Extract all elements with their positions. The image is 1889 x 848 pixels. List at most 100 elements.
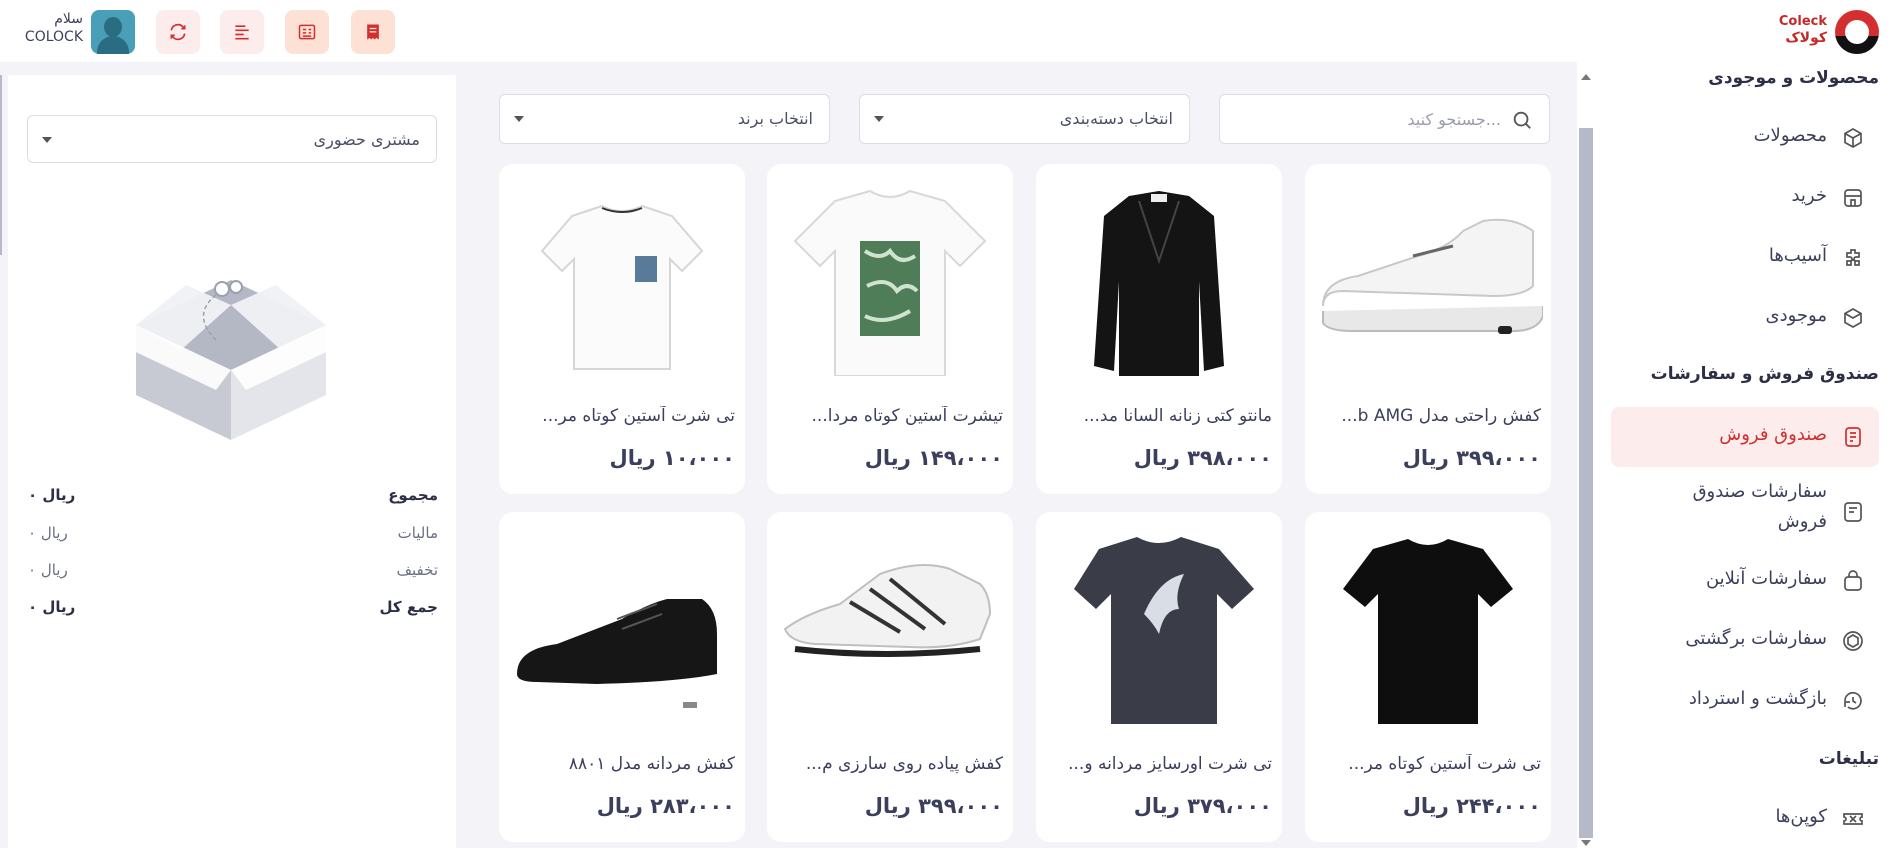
product-card[interactable]: مانتو کتی زنانه السانا مد... ۳۹۸،۰۰۰ ریا… <box>1036 164 1282 494</box>
sidebar-scrollbar[interactable] <box>1579 128 1593 838</box>
refresh-button[interactable] <box>156 10 200 54</box>
product-name: کفش راحتی مدل b AMG... <box>1341 406 1541 426</box>
sidebar-item-coupons[interactable]: کوپن‌ها <box>1611 792 1879 846</box>
sidebar-item-pos[interactable]: صندوق فروش <box>1611 407 1879 467</box>
sidebar-item-label: سفارشات آنلاین <box>1705 568 1827 589</box>
cart-panel <box>8 75 456 848</box>
left-scroll-edge <box>0 75 2 255</box>
receipt-icon <box>367 24 379 40</box>
product-name: تی شرت اورسایز مردانه و... <box>1068 754 1272 774</box>
brand-select[interactable]: انتخاب برند <box>499 94 830 144</box>
product-price: ۱۰،۰۰۰ ریال <box>609 446 735 470</box>
return-box-icon <box>1843 631 1863 651</box>
align-button[interactable] <box>220 10 264 54</box>
sidebar-item-label: موجودی <box>1765 305 1827 326</box>
sidebar-item-online-orders[interactable]: سفارشات آنلاین <box>1611 554 1879 608</box>
cash-register-icon <box>1845 427 1861 447</box>
product-card[interactable]: کفش راحتی مدل b AMG... ۳۹۹،۰۰۰ ریال <box>1305 164 1551 494</box>
product-image-leather-shoe <box>517 599 717 708</box>
product-search[interactable] <box>1219 94 1550 144</box>
product-name: تیشرت آستین کوتاه مردا... <box>811 406 1003 426</box>
tax-label: مالیات <box>397 524 438 542</box>
product-image-black-coat <box>1094 191 1224 376</box>
cart-tax-row: مالیات ۰ ریال <box>28 524 438 548</box>
logo-mark-icon <box>1835 10 1879 54</box>
product-card[interactable]: کفش پیاده روی سارزی م... ۳۹۹،۰۰۰ ریال <box>767 512 1013 842</box>
sidebar-item-label: صندوق فروش <box>1719 424 1827 445</box>
product-price: ۳۹۸،۰۰۰ ریال <box>1133 446 1272 470</box>
category-select-value: انتخاب دسته‌بندی <box>1059 109 1173 128</box>
product-image-white-tshirt-pocket <box>540 204 704 370</box>
sidebar-item-label: سفارشات صندوق <box>1692 481 1827 502</box>
chevron-down-icon <box>514 116 524 122</box>
product-price: ۳۷۹،۰۰۰ ریال <box>1133 794 1272 818</box>
list-detail-button[interactable] <box>285 10 329 54</box>
sidebar-item-refunds[interactable]: بازگشت و استرداد <box>1611 674 1879 728</box>
chevron-down-icon <box>42 137 52 143</box>
product-card[interactable]: تی شرت آستین کوتاه مر... ۱۰،۰۰۰ ریال <box>499 164 745 494</box>
cart-subtotal-row: مجموع ۰ ریال <box>28 486 438 510</box>
product-price: ۲۴۴،۰۰۰ ریال <box>1402 794 1541 818</box>
user-greeting: سلام COLOCK <box>19 10 83 46</box>
receipt-button[interactable] <box>351 10 395 54</box>
sidebar: محصولات و موجودی محصولات خرید آسیب‌ها مو… <box>1577 62 1889 848</box>
order-list-icon <box>1844 502 1862 522</box>
sidebar-item-label-line2: فروش <box>1777 511 1827 532</box>
product-name: تی شرت آستین کوتاه مر... <box>1348 754 1541 774</box>
product-image-white-tshirt-print <box>793 189 987 376</box>
product-card[interactable]: تیشرت آستین کوتاه مردا... ۱۴۹،۰۰۰ ریال <box>767 164 1013 494</box>
sidebar-item-inventory[interactable]: موجودی <box>1611 291 1879 345</box>
product-card[interactable]: تی شرت اورسایز مردانه و... ۳۷۹،۰۰۰ ریال <box>1036 512 1282 842</box>
sidebar-item-label: محصولات <box>1753 125 1827 146</box>
product-price: ۳۹۹،۰۰۰ ریال <box>864 794 1003 818</box>
product-image-gray-tshirt <box>1074 537 1254 724</box>
scroll-up-arrow-icon[interactable] <box>1581 74 1591 80</box>
sidebar-item-label: کوپن‌ها <box>1775 806 1827 827</box>
sidebar-item-label: بازگشت و استرداد <box>1688 688 1827 709</box>
subtotal-value: ۰ ریال <box>28 486 76 504</box>
customer-select-value: مشتری حضوری <box>313 130 420 149</box>
search-icon <box>1513 111 1531 129</box>
shopping-bag-icon <box>1844 570 1862 591</box>
sidebar-item-pos-orders[interactable]: سفارشات صندوق فروش <box>1611 477 1879 547</box>
product-name: تی شرت آستین کوتاه مر... <box>542 406 735 426</box>
sidebar-item-returned-orders[interactable]: سفارشات برگشتی <box>1611 614 1879 668</box>
product-price: ۳۹۹،۰۰۰ ریال <box>1402 446 1541 470</box>
customer-select[interactable]: مشتری حضوری <box>27 115 437 163</box>
search-input[interactable] <box>1241 107 1501 131</box>
sidebar-item-label: سفارشات برگشتی <box>1685 628 1827 649</box>
avatar[interactable] <box>91 10 135 54</box>
product-image-sneaker <box>1322 218 1543 334</box>
product-image-black-tshirt <box>1343 539 1513 724</box>
top-bar: Coleck کولاک سلام COLOCK <box>0 0 1889 62</box>
sidebar-section-products: محصولات و موجودی <box>1708 68 1879 88</box>
box-icon <box>1844 128 1862 148</box>
puzzle-icon <box>1846 249 1860 266</box>
cube-icon <box>1844 308 1862 328</box>
list-detail-icon <box>298 24 316 40</box>
product-name: کفش پیاده روی سارزی م... <box>805 754 1003 774</box>
brand-logo[interactable]: Coleck کولاک <box>1769 6 1879 56</box>
sidebar-item-products[interactable]: محصولات <box>1611 111 1879 165</box>
chevron-down-icon <box>874 116 884 122</box>
total-value: ۰ ریال <box>28 598 76 616</box>
product-card[interactable]: کفش مردانه مدل ۸۸۰۱ ۲۸۳،۰۰۰ ریال <box>499 512 745 842</box>
logo-text-fa: کولاک <box>1785 30 1827 46</box>
greeting-text: سلام <box>54 11 83 27</box>
sidebar-item-damages[interactable]: آسیب‌ها <box>1611 231 1879 285</box>
category-select[interactable]: انتخاب دسته‌بندی <box>859 94 1190 144</box>
sidebar-item-label: خرید <box>1791 185 1827 206</box>
store-icon <box>1844 189 1862 207</box>
discount-value: ۰ ریال <box>28 561 68 579</box>
coupon-icon <box>1843 813 1863 825</box>
product-price: ۲۸۳،۰۰۰ ریال <box>596 794 735 818</box>
cart-total-row: جمع کل ۰ ریال <box>28 598 438 622</box>
product-name: مانتو کتی زنانه السانا مد... <box>1083 406 1272 426</box>
product-card[interactable]: تی شرت آستین کوتاه مر... ۲۴۴،۰۰۰ ریال <box>1305 512 1551 842</box>
sidebar-item-purchase[interactable]: خرید <box>1611 171 1879 225</box>
brand-select-value: انتخاب برند <box>737 109 813 128</box>
cart-discount-row: تخفیف ۰ ریال <box>28 561 438 585</box>
logo-text-en: Coleck <box>1778 14 1827 29</box>
username-text: COLOCK <box>24 29 83 45</box>
scroll-down-arrow-icon[interactable] <box>1581 840 1591 846</box>
